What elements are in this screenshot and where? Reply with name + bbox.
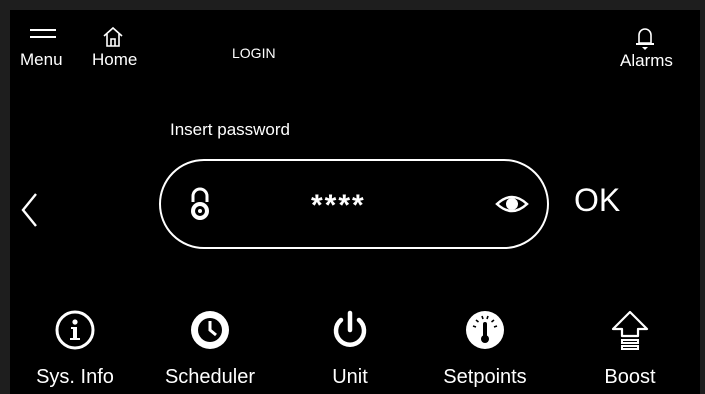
power-icon [333, 310, 367, 347]
ok-button[interactable]: OK [574, 182, 620, 219]
hamburger-icon [30, 29, 56, 38]
home-icon [103, 26, 123, 47]
boost-label: Boost [604, 366, 656, 388]
sysinfo-button[interactable]: Sys. Info [10, 308, 140, 394]
unit-button[interactable]: Unit [305, 308, 395, 394]
boost-button[interactable]: Boost [575, 308, 685, 394]
info-icon [55, 310, 95, 350]
menu-label: Menu [20, 50, 63, 69]
back-button[interactable] [18, 190, 58, 246]
unit-label: Unit [332, 366, 368, 388]
scheduler-label: Scheduler [164, 366, 256, 388]
menu-button[interactable]: Menu [20, 27, 72, 83]
home-button[interactable]: Home [92, 25, 158, 83]
home-label: Home [92, 50, 138, 69]
lock-icon [191, 187, 209, 220]
password-prompt: Insert password [170, 120, 290, 139]
clock-icon [191, 311, 229, 349]
hmi-screen: Menu Home LOGIN Alarms Insert password *… [10, 10, 700, 394]
password-field[interactable]: **** [159, 159, 549, 249]
alarms-label: Alarms [620, 51, 673, 70]
password-value: **** [311, 189, 366, 222]
sysinfo-label: Sys. Info [36, 366, 114, 388]
alarms-button[interactable]: Alarms [620, 25, 700, 83]
eye-icon[interactable] [495, 192, 529, 216]
chevron-left-icon [21, 193, 37, 227]
page-title: LOGIN [232, 45, 276, 61]
scheduler-button[interactable]: Scheduler [145, 308, 275, 394]
boost-arrow-icon [611, 310, 649, 350]
setpoints-button[interactable]: Setpoints [415, 308, 555, 394]
bell-icon [636, 28, 654, 50]
setpoints-label: Setpoints [443, 366, 527, 388]
thermometer-gauge-icon [466, 311, 504, 349]
